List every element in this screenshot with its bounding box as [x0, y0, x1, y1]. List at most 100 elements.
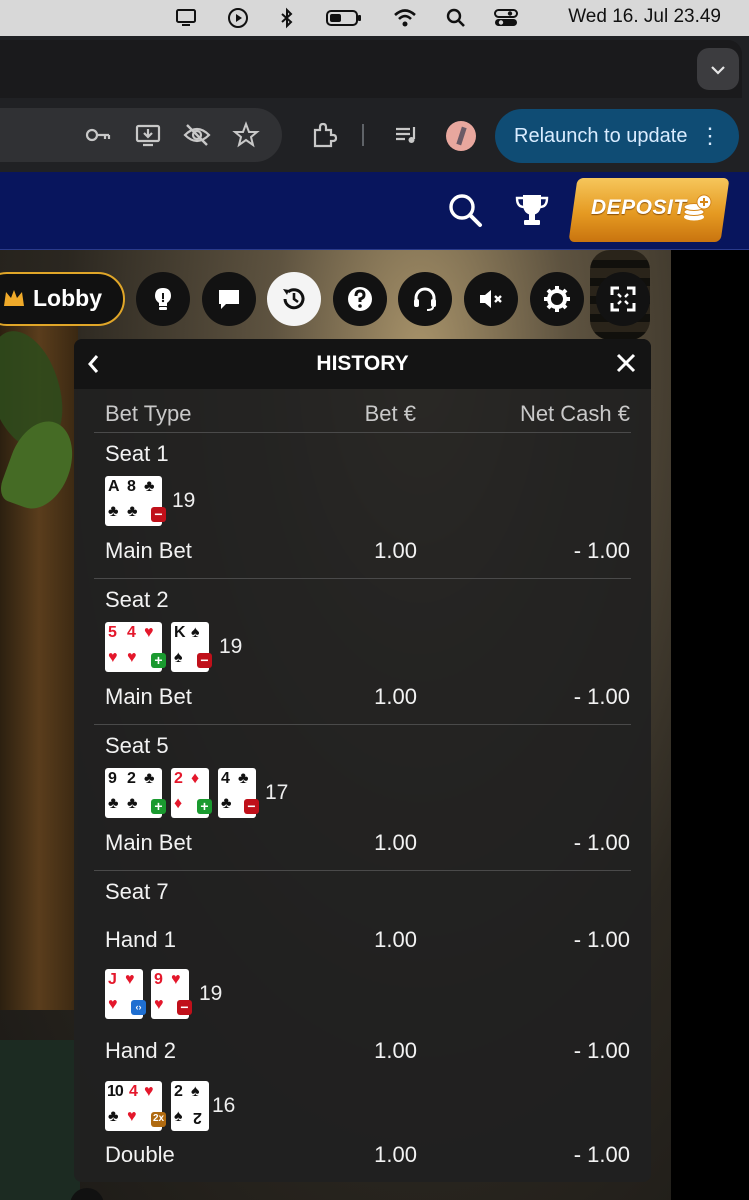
install-app-icon[interactable]: [134, 121, 162, 149]
divider: [94, 578, 631, 579]
card-suit: ♣: [144, 770, 155, 787]
close-button[interactable]: [615, 352, 637, 374]
kebab-menu-icon[interactable]: ⋮: [699, 109, 721, 163]
lightbulb-button[interactable]: [136, 272, 190, 326]
net-cash: - 1.00: [573, 684, 630, 709]
fullscreen-icon: [610, 286, 636, 312]
support-headset-icon: [414, 287, 436, 311]
net-cash: - 1.00: [573, 830, 630, 855]
bet-type: Main Bet: [105, 830, 192, 855]
card-suit: ♠: [191, 624, 200, 641]
column-header-bet: Bet €: [364, 401, 416, 426]
card-suit: ♣: [144, 478, 155, 495]
win-badge: +: [151, 799, 166, 814]
card-suit: ♣: [108, 1108, 119, 1125]
eye-off-icon[interactable]: [183, 121, 211, 149]
card-suit: ♣: [221, 795, 232, 812]
card-suit: ♦: [174, 795, 183, 812]
split-badge: ‹›: [131, 1000, 146, 1015]
card-rank: 10: [107, 1083, 124, 1100]
support-button[interactable]: [398, 272, 452, 326]
bet-amount: 1.00: [374, 538, 417, 563]
star-icon[interactable]: [232, 121, 260, 149]
card-suit: ♥: [144, 1083, 154, 1100]
card-rank: 8: [127, 478, 136, 495]
history-icon: [283, 288, 305, 310]
toolbar-divider: [362, 124, 364, 146]
coins-icon: [682, 193, 712, 223]
mute-icon: [480, 290, 502, 308]
playing-cards: 5 4 ♥ ♥ ♥ +: [105, 622, 166, 672]
media-control-icon[interactable]: [393, 121, 421, 149]
chat-button[interactable]: [202, 272, 256, 326]
seat-label: Seat 7: [105, 879, 169, 904]
control-center-icon[interactable]: [494, 7, 518, 29]
lightbulb-icon: [155, 288, 171, 310]
divider: [94, 870, 631, 871]
lose-badge: −: [151, 507, 166, 522]
card-rank: 9: [154, 971, 163, 988]
close-icon: [616, 353, 636, 373]
active-tab[interactable]: [0, 40, 742, 98]
settings-button[interactable]: [530, 272, 584, 326]
card-rank: J: [108, 971, 117, 988]
tab-search-button[interactable]: [697, 48, 739, 90]
card-rank: K: [174, 624, 186, 641]
column-header-bet-type: Bet Type: [105, 401, 192, 426]
card-suit: ♥: [171, 971, 181, 988]
hand-total: 19: [199, 982, 223, 1005]
divider: [94, 432, 631, 433]
wifi-icon[interactable]: [393, 7, 416, 29]
playing-card: 2 ♦ ♦ +: [171, 768, 212, 818]
net-cash: - 1.00: [573, 1142, 630, 1167]
battery-icon[interactable]: [326, 7, 362, 29]
help-icon: [348, 287, 372, 311]
play-circle-icon[interactable]: [227, 7, 249, 29]
double-badge: 2x: [151, 1112, 166, 1127]
trophy-icon[interactable]: [514, 192, 550, 228]
fullscreen-button[interactable]: [596, 272, 650, 326]
hand-label: Hand 1: [105, 927, 176, 952]
search-icon[interactable]: [447, 192, 483, 228]
lose-badge: −: [244, 799, 259, 814]
playing-cards: 9 2 ♣ ♣ ♣ +: [105, 768, 166, 818]
menubar-clock[interactable]: Wed 16. Jul 23.49: [568, 6, 721, 28]
hand-label: Hand 2: [105, 1038, 176, 1063]
card-suit: ♦: [191, 770, 200, 787]
card-suit: ♥: [127, 1108, 137, 1125]
playing-card: 2 ♠ ♠ 2: [171, 1081, 209, 1131]
bet-amount: 1.00: [374, 927, 417, 952]
card-suit: ♣: [108, 795, 119, 812]
hand-total: 16: [212, 1094, 236, 1117]
bet-type: Main Bet: [105, 684, 192, 709]
column-header-net-cash: Net Cash €: [519, 401, 630, 426]
bet-amount: 1.00: [374, 684, 417, 709]
history-panel-header: HISTORY: [74, 339, 651, 389]
card-rank: 9: [108, 770, 117, 787]
help-button[interactable]: [333, 272, 387, 326]
win-badge: +: [197, 799, 212, 814]
card-suit: ♣: [127, 503, 138, 520]
bet-type: Main Bet: [105, 538, 192, 563]
history-button[interactable]: [267, 272, 321, 326]
net-cash: - 1.00: [573, 1038, 630, 1063]
extensions-icon[interactable]: [310, 121, 338, 149]
macos-menubar: Wed 16. Jul 23.49: [0, 0, 749, 36]
mute-button[interactable]: [464, 272, 518, 326]
panel-title: HISTORY: [316, 352, 409, 375]
profile-avatar[interactable]: [446, 121, 476, 151]
card-rank: 4: [127, 624, 136, 641]
key-icon[interactable]: [84, 121, 112, 149]
hand-total: 19: [172, 489, 196, 512]
black-margin: [671, 250, 749, 1200]
bluetooth-icon[interactable]: [276, 7, 298, 29]
lose-badge: −: [197, 653, 212, 668]
win-badge: +: [151, 653, 166, 668]
bet-amount: 1.00: [374, 830, 417, 855]
relaunch-to-update-button[interactable]: Relaunch to update ⋮: [495, 109, 739, 163]
search-icon[interactable]: [445, 7, 467, 29]
seat-label: Seat 2: [105, 587, 169, 612]
card-suit: ♣: [127, 795, 138, 812]
display-icon[interactable]: [175, 7, 197, 29]
card-suit: ♥: [108, 649, 118, 666]
